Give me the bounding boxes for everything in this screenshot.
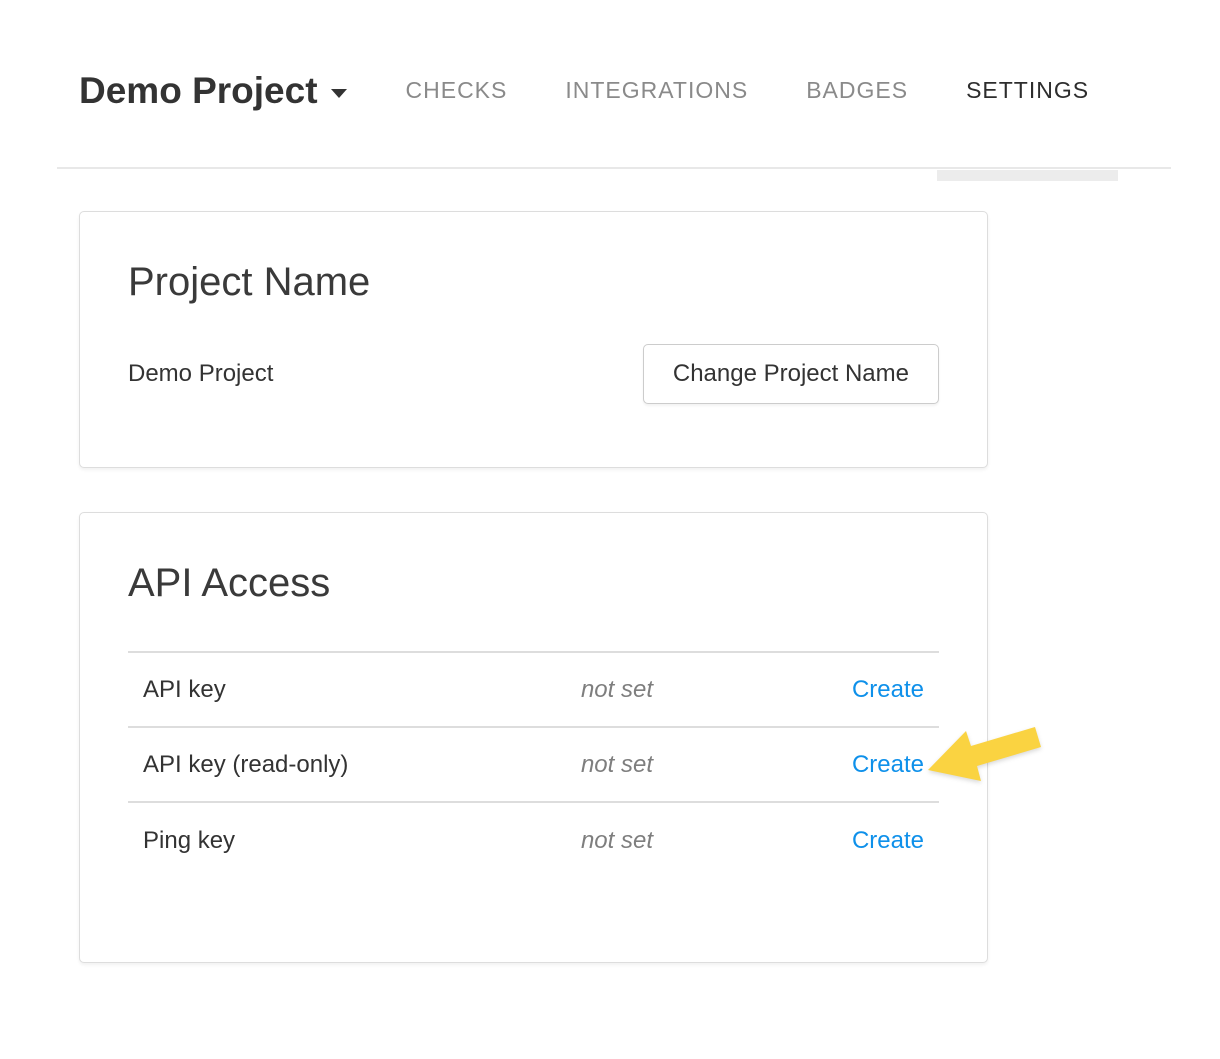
api-access-card: API Access API key not set Create API ke… bbox=[79, 512, 988, 963]
create-ping-key-link[interactable]: Create bbox=[852, 827, 924, 854]
project-switcher[interactable]: Demo Project bbox=[79, 70, 347, 112]
api-key-read-only-label: API key (read-only) bbox=[128, 751, 566, 779]
change-project-name-button[interactable]: Change Project Name bbox=[643, 344, 939, 404]
nav-row: Demo Project CHECKS INTEGRATIONS BADGES … bbox=[79, 12, 1118, 169]
tab-settings[interactable]: SETTINGS bbox=[937, 12, 1118, 169]
nav-tabs: CHECKS INTEGRATIONS BADGES SETTINGS bbox=[377, 12, 1119, 169]
project-name-row: Demo Project Change Project Name bbox=[128, 344, 939, 404]
api-access-card-title: API Access bbox=[128, 561, 939, 605]
current-project-name: Demo Project bbox=[128, 360, 273, 388]
tab-badges[interactable]: BADGES bbox=[777, 12, 937, 169]
tab-checks[interactable]: CHECKS bbox=[377, 12, 537, 169]
project-name-card: Project Name Demo Project Change Project… bbox=[79, 211, 988, 468]
top-navigation: Demo Project CHECKS INTEGRATIONS BADGES … bbox=[0, 0, 1220, 169]
create-api-key-read-only-link[interactable]: Create bbox=[852, 751, 924, 778]
api-keys-table: API key not set Create API key (read-onl… bbox=[128, 651, 939, 878]
api-key-read-only-value: not set bbox=[566, 751, 785, 779]
project-name-card-title: Project Name bbox=[128, 260, 939, 304]
api-key-value: not set bbox=[566, 676, 785, 704]
ping-key-label: Ping key bbox=[128, 827, 566, 855]
table-row-ping-key: Ping key not set Create bbox=[128, 803, 939, 878]
nav-divider bbox=[57, 167, 1171, 169]
table-row-api-key-read-only: API key (read-only) not set Create bbox=[128, 728, 939, 803]
tab-integrations[interactable]: INTEGRATIONS bbox=[536, 12, 777, 169]
ping-key-value: not set bbox=[566, 827, 785, 855]
chevron-down-icon bbox=[331, 89, 347, 98]
create-api-key-link[interactable]: Create bbox=[852, 676, 924, 703]
api-key-label: API key bbox=[128, 676, 566, 704]
project-title-label: Demo Project bbox=[79, 70, 318, 112]
table-row-api-key: API key not set Create bbox=[128, 653, 939, 728]
